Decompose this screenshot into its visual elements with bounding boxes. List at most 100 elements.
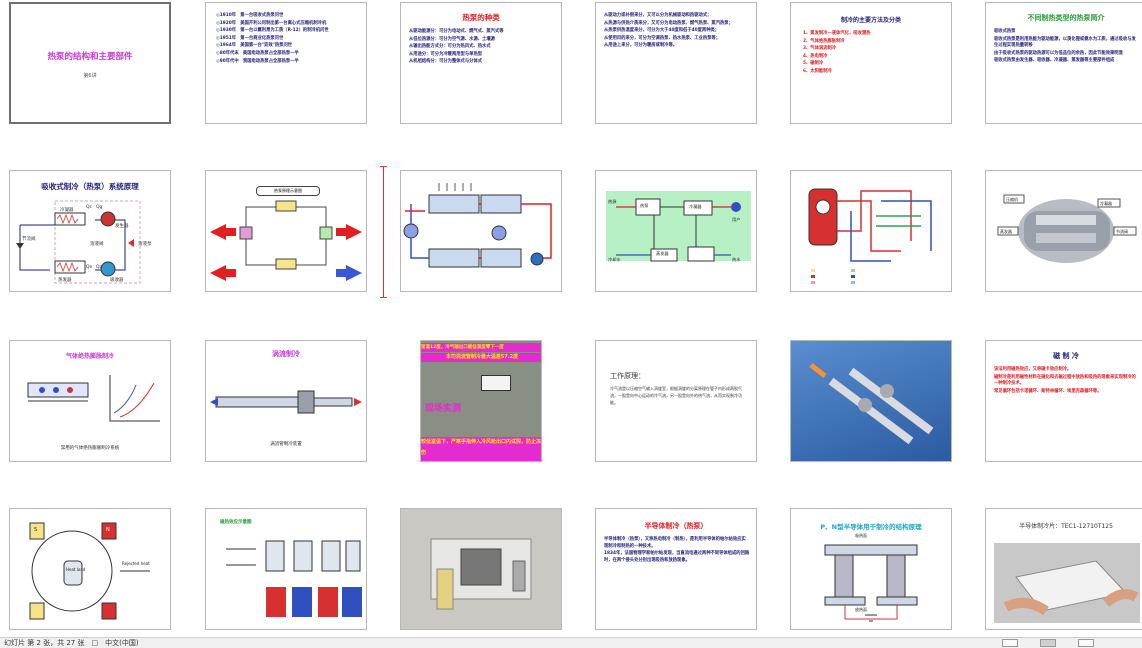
slide-thumb-21[interactable] bbox=[400, 508, 562, 630]
slide-thumb-15[interactable]: 室温12度，冷气输出口最低温度零下一度 本司涡流管制冷最大温差57.2度 现场实… bbox=[420, 340, 542, 462]
slide-thumb-7[interactable]: 吸收式制冷（热泵）系统原理 冷凝器 发生器 节流阀 溶液阀 溶液泵 蒸发器 吸收… bbox=[9, 170, 171, 292]
label-condenser: 冷凝器 bbox=[1100, 201, 1112, 206]
slide-thumb-12[interactable]: 压缩机 冷凝器 蒸发器 节流阀 bbox=[985, 170, 1142, 292]
vortex-tube-diagram bbox=[210, 390, 362, 414]
insertion-marker-top bbox=[380, 166, 387, 167]
slide-text: ◎1910年 第一台吸收式热泵问世 ◎1920年 美国开利公司制出第一台离心式压… bbox=[216, 13, 329, 64]
slide-title: 半导体制冷片：TEC1-12710T125 bbox=[1019, 523, 1113, 530]
pn-semiconductor-diagram bbox=[824, 544, 918, 622]
slide-thumb-6[interactable]: 不同制热类型的热泵简介 吸收式热泵 吸收式热泵是利用热能为驱动能源，以溴化锂或氨… bbox=[985, 2, 1142, 124]
slide-title: P、N型半导体用于制冷的结构原理 bbox=[820, 523, 922, 531]
system-schematic bbox=[808, 188, 932, 284]
slide-thumb-13[interactable]: 气体绝热膨胀制冷 常用的气体绝热膨胀制冷系统 bbox=[9, 340, 171, 462]
label-heat-pump: 热泵 bbox=[640, 203, 649, 208]
slide-thumb-19[interactable]: Heat load Rejected heat S N bbox=[9, 508, 171, 630]
slide-thumb-22[interactable]: 半导体制冷（热泵） 半导体制冷（热泵），又称热电制冷（制热），是利用半导体的帕尔… bbox=[595, 508, 757, 630]
label-condenser: 冷凝器 bbox=[689, 204, 702, 209]
label-solution-valve: 溶液阀 bbox=[90, 242, 104, 247]
status-bar: 幻灯片 第 2 张，共 27 张 □ 中文(中国) bbox=[0, 637, 1142, 648]
label-condenser: 冷凝器 bbox=[60, 208, 74, 213]
magnetocaloric-diagram bbox=[226, 540, 362, 617]
label-evaporator: 蒸发器 bbox=[1000, 229, 1012, 234]
label-user: 用户 bbox=[732, 217, 741, 222]
slide-text: 半导体制冷（热泵），又称热电制冷（制热），是利用半导体的帕尔帖效应实现制冷和制热… bbox=[604, 537, 750, 563]
vortex-tube-photo bbox=[809, 363, 934, 445]
slide-thumb-3[interactable]: 热泵的种类 从驱动能源分：可分为电动式、燃气式、蒸汽式等 从低位热源分：可分为空… bbox=[400, 2, 562, 124]
lab-apparatus-photo bbox=[430, 538, 532, 610]
tec-module-photo bbox=[994, 543, 1140, 623]
slide-title: 气体绝热膨胀制冷 bbox=[65, 353, 114, 360]
slide-thumb-14[interactable]: 涡流制冷 涡流管制冷装置 bbox=[205, 340, 367, 462]
label-rejected-heat: Rejected heat bbox=[122, 561, 150, 566]
slide-thumb-5[interactable]: 制冷的主要方法及分类 1、蒸发制冷—液体汽化，吸收潜热 2、气体绝热膨胀制冷 3… bbox=[790, 2, 952, 124]
slide-text: 从驱动能源分：可分为电动式、燃气式、蒸汽式等 从低位热源分：可分为空气源、水源、… bbox=[409, 29, 504, 65]
slide-text: 该法利用磁热效应，又称磁卡效应制冷。 磁制冷是利用磁性材料在磁化和去磁过程中放热… bbox=[994, 367, 1136, 394]
label-solution-pump: 溶液泵 bbox=[138, 242, 152, 247]
slide-title: 不同制热类型的热泵简介 bbox=[1027, 14, 1105, 22]
slide-text: 冷气流是以压缩空气输入涡旋室，根据涡旋的分离原理在管子内形成两股气流，一股是向中… bbox=[610, 386, 742, 405]
label-s: S bbox=[34, 527, 38, 533]
label-absorber: 吸收器 bbox=[110, 278, 124, 283]
slide-subtitle: 第6讲 bbox=[83, 73, 97, 79]
slide-thumb-20[interactable]: 磁热效应示意图 bbox=[205, 508, 367, 630]
slide-title: 热泵的种类 bbox=[462, 13, 500, 22]
label-heat-absorbing: 吸热面 bbox=[855, 533, 867, 538]
slide-thumb-11[interactable] bbox=[790, 170, 952, 292]
insertion-marker bbox=[383, 166, 384, 298]
slide-title: 工作原理： bbox=[610, 372, 645, 380]
water-source-heat-pump-diagram bbox=[616, 198, 741, 262]
slide-text: 从驱动力或补偿来分，又可以分为机械驱动和热驱动式； 从热源与供热介质来分，又可分… bbox=[604, 13, 733, 49]
slide-title: 磁热效应示意图 bbox=[220, 520, 252, 525]
insertion-marker-bottom bbox=[380, 297, 387, 298]
slideshow-view-button[interactable] bbox=[1078, 639, 1094, 647]
label-n: N bbox=[106, 527, 110, 533]
label-heat-releasing: 放热面 bbox=[855, 607, 867, 612]
slide-text: 1、蒸发制冷—液体汽化，吸收潜热 2、气体绝热膨胀制冷 3、气体涡流制冷 4、热… bbox=[803, 31, 871, 74]
slide-thumb-4[interactable]: 从驱动力或补偿来分，又可以分为机械驱动和热驱动式； 从热源与供热介质来分，又可分… bbox=[595, 2, 757, 124]
label-throttle-valve: 节流阀 bbox=[1116, 229, 1128, 234]
slide-thumb-16[interactable]: 工作原理： 冷气流是以压缩空气输入涡旋室，根据涡旋的分离原理在管子内形成两股气流… bbox=[595, 340, 757, 462]
scrolling-caption: 室温12度，冷气输出口最低温度零下一度 bbox=[421, 343, 541, 352]
label-qa: Qa bbox=[96, 265, 103, 270]
gas-expansion-diagram bbox=[27, 375, 160, 422]
label-cooling-water: 冷却水 bbox=[608, 257, 621, 262]
slide-thumb-9[interactable] bbox=[400, 170, 562, 292]
slide-title: 涡流制冷 bbox=[272, 350, 300, 358]
slide-thumb-18[interactable]: 磁 制 冷 该法利用磁热效应，又称磁卡效应制冷。 磁制冷是利用磁性材料在磁化和去… bbox=[985, 340, 1142, 462]
slide-title: 磁 制 冷 bbox=[1053, 352, 1079, 360]
slide-title: 吸收式制冷（热泵）系统原理 bbox=[41, 182, 139, 191]
slide-caption: 常用的气体绝热膨胀制冷系统 bbox=[60, 446, 120, 451]
slide-thumb-24[interactable]: 半导体制冷片：TEC1-12710T125 bbox=[985, 508, 1142, 630]
slide-text: 吸收式热泵 吸收式热泵是利用热能为驱动能源，以溴化锂或氨水为工质，通过吸收与发生… bbox=[994, 29, 1136, 64]
slide-title: 热泵的结构和主要部件 bbox=[47, 52, 133, 62]
label-qg: Qg bbox=[96, 205, 103, 210]
label-heat-load: Heat load bbox=[66, 567, 86, 572]
label-generator: 发生器 bbox=[115, 224, 129, 229]
label-evaporator: 蒸发器 bbox=[58, 278, 72, 283]
label-qe: Qe bbox=[86, 265, 93, 270]
normal-view-button[interactable] bbox=[1002, 639, 1018, 647]
banner: 本司涡流管制冷最大温差57.2度 bbox=[421, 353, 541, 362]
thermometer-display bbox=[481, 375, 511, 391]
slide-title: 半导体制冷（热泵） bbox=[644, 522, 708, 530]
heat-pump-diagram bbox=[210, 200, 362, 281]
slide-thumb-23[interactable]: P、N型半导体用于制冷的结构原理 吸热面 放热面 bbox=[790, 508, 952, 630]
slide-thumb-17[interactable] bbox=[790, 340, 952, 462]
slide-caption: 涡流管制冷装置 bbox=[270, 442, 302, 447]
label-heat-source: 热源 bbox=[608, 199, 617, 204]
absorption-heat-pump-diagram bbox=[403, 183, 552, 268]
label-qc: Qc bbox=[86, 205, 93, 210]
slide-thumb-2[interactable]: ◎1910年 第一台吸收式热泵问世 ◎1920年 美国开利公司制出第一台离心式压… bbox=[205, 2, 367, 124]
slide-thumb-1[interactable]: 热泵的结构和主要部件 第6讲 bbox=[9, 2, 171, 124]
bottom-caption: 较低室温下，严寒手指伸入冷风枪出口内试探，防止冻伤 bbox=[421, 437, 541, 461]
label-throttle: 节流阀 bbox=[22, 237, 36, 242]
slide-title: 制冷的主要方法及分类 bbox=[840, 17, 901, 24]
slide-thumb-10[interactable]: 热源 热泵 蒸发器 冷凝器 用户 冷却水 热水 bbox=[595, 170, 757, 292]
label-hot-water: 热水 bbox=[732, 257, 741, 262]
live-test-tag: 现场实测 bbox=[425, 404, 462, 414]
slide-sorter-view-button[interactable] bbox=[1040, 639, 1056, 647]
label-evaporator: 蒸发器 bbox=[656, 251, 669, 256]
slide-thumb-8[interactable]: 热泵原理示意图 bbox=[205, 170, 367, 292]
label-compressor: 压缩机 bbox=[1006, 197, 1018, 202]
slide-sorter-workspace: 热泵的结构和主要部件 第6讲 ◎1910年 第一台吸收式热泵问世 ◎1920年 … bbox=[0, 0, 1142, 637]
